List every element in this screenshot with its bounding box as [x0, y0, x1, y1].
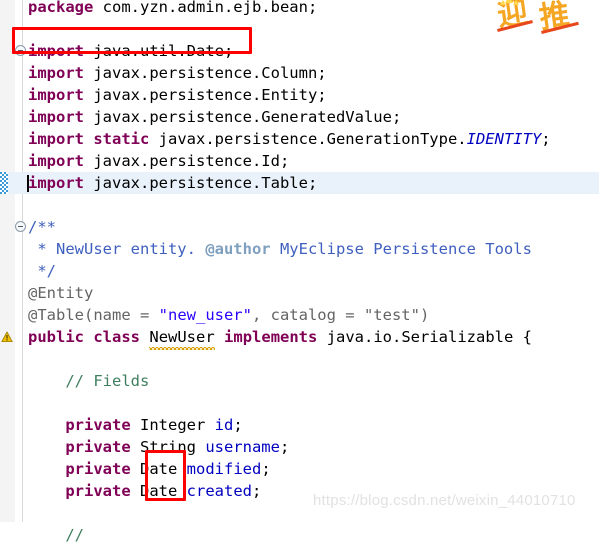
code-token: "new_user" [158, 306, 252, 324]
code-line[interactable]: private String username; [0, 436, 599, 458]
code-token: MyEclipse Persistence Tools [270, 240, 532, 258]
code-token: import [28, 64, 84, 82]
code-token: private [65, 482, 131, 500]
code-token: "test" [363, 306, 420, 324]
code-token: Integer [130, 416, 215, 434]
code-token: @Table(name = [28, 306, 159, 324]
code-token: package [28, 0, 94, 16]
code-line[interactable]: */ [0, 260, 599, 282]
code-token: @author [205, 240, 271, 258]
code-token: com.yzn.admin.ejb.bean; [93, 0, 318, 16]
code-token: ; [251, 482, 262, 500]
code-token: import [28, 108, 84, 126]
code-token: created [186, 482, 252, 500]
code-token: , catalog = [251, 306, 364, 324]
code-token: ) [419, 306, 430, 324]
code-token: username [205, 438, 280, 456]
code-line[interactable]: import javax.persistence.Entity; [0, 84, 599, 106]
java-code-editor[interactable]: package com.yzn.admin.ejb.bean; import ja… [0, 0, 599, 544]
code-area[interactable]: package com.yzn.admin.ejb.bean; import ja… [0, 0, 599, 544]
change-marker[interactable] [0, 172, 8, 194]
code-token: String [130, 438, 206, 456]
code-token: private [65, 438, 131, 456]
code-token: ; [233, 416, 243, 434]
code-token: javax.persistence.GeneratedValue; [84, 108, 402, 126]
code-token: static [93, 130, 150, 148]
code-token: ; [279, 438, 290, 456]
code-token: import [28, 152, 84, 170]
code-line[interactable]: private Date modified; [0, 458, 599, 480]
code-token: import [28, 130, 84, 148]
text-caret [27, 175, 29, 192]
code-token: @Entity [28, 284, 94, 302]
code-token: java.io.Serializable { [317, 328, 532, 346]
code-token: Date [130, 482, 187, 500]
code-token: implements [224, 328, 318, 346]
code-line[interactable]: import java.util.Date; [0, 40, 599, 62]
code-token: /** [28, 218, 56, 236]
code-line[interactable]: // Fields [0, 370, 599, 392]
code-token: javax.persistence.Entity; [84, 86, 327, 104]
fold-collapse-icon[interactable] [15, 45, 26, 56]
code-line[interactable]: @Table(name = "new_user", catalog = "tes… [0, 304, 599, 326]
code-line[interactable]: import javax.persistence.Column; [0, 62, 599, 84]
code-token: javax.persistence.Column; [84, 64, 327, 82]
code-token: NewUser [149, 328, 216, 350]
code-token: javax.persistence.Table; [84, 174, 318, 192]
code-token: // Fields [28, 372, 150, 390]
code-token: class [93, 328, 141, 346]
code-line[interactable]: import javax.persistence.Table; [0, 172, 599, 194]
warning-icon[interactable] [1, 331, 13, 343]
code-token: java.util.Date; [84, 42, 234, 60]
code-token: private [65, 416, 131, 434]
code-token: ; [541, 130, 551, 148]
seal-stamp-watermark: 迎 推 [489, 0, 599, 36]
code-line[interactable]: private Integer id; [0, 414, 599, 436]
csdn-url-watermark: https://blog.csdn.net/weixin_44010710 [313, 492, 576, 509]
code-line[interactable] [0, 194, 599, 216]
code-token: import [28, 86, 84, 104]
code-line[interactable] [0, 348, 599, 370]
code-token: javax.persistence.Id; [84, 152, 290, 170]
code-token: private [65, 460, 131, 478]
code-token: id [214, 416, 234, 434]
code-token: Date [130, 460, 187, 478]
code-line[interactable]: // [0, 524, 599, 546]
code-token: import [28, 42, 84, 60]
code-line[interactable] [0, 392, 599, 414]
code-line[interactable]: import static javax.persistence.Generati… [0, 128, 599, 150]
code-token: * NewUser entity. [28, 240, 206, 258]
code-token: public [28, 328, 84, 346]
code-line[interactable]: import javax.persistence.GeneratedValue; [0, 106, 599, 128]
code-token: import [28, 174, 84, 192]
code-line[interactable]: @Entity [0, 282, 599, 304]
code-line[interactable]: * NewUser entity. @author MyEclipse Pers… [0, 238, 599, 260]
code-token: ; [261, 460, 271, 478]
fold-collapse-icon[interactable] [15, 221, 26, 232]
code-line[interactable]: public class NewUser implements java.io.… [0, 326, 599, 350]
code-line[interactable]: /** [0, 216, 599, 238]
code-token: IDENTITY [466, 130, 542, 148]
code-line[interactable]: import javax.persistence.Id; [0, 150, 599, 172]
code-token: // [28, 526, 84, 544]
code-token: modified [186, 460, 262, 478]
code-token: */ [28, 262, 56, 280]
code-token: javax.persistence.GenerationType. [149, 130, 467, 148]
